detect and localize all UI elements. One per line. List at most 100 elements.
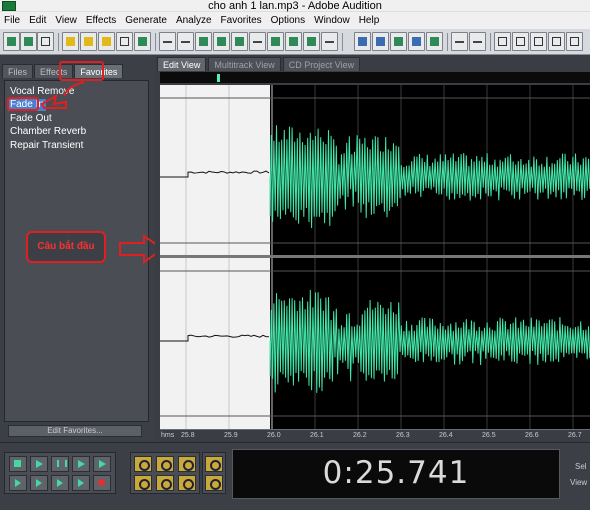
zoom-right-edge-icon[interactable] xyxy=(178,475,196,491)
time-display: 0:25.741 xyxy=(232,449,560,499)
paste-new-icon[interactable] xyxy=(285,32,302,51)
favorite-chamber-reverb[interactable]: Chamber Reverb xyxy=(8,126,88,138)
menu-edit[interactable]: Edit xyxy=(25,15,51,26)
copy-icon[interactable] xyxy=(213,32,230,51)
menu-effects[interactable]: Effects xyxy=(82,15,121,26)
current-time: 0:25.741 xyxy=(322,455,470,491)
new-file-icon[interactable] xyxy=(62,32,79,51)
channel-divider xyxy=(160,255,590,258)
ruler-tick: 26.2 xyxy=(353,432,367,439)
zoom-out-horizontal-icon[interactable] xyxy=(156,456,174,472)
snap-icon[interactable] xyxy=(426,32,443,51)
vertical-zoom-controls xyxy=(202,452,226,494)
tab-edit-view[interactable]: Edit View xyxy=(157,57,207,71)
view-label: View xyxy=(570,478,588,487)
zoom-in-horizontal-icon[interactable] xyxy=(134,456,152,472)
time-selection-tool-icon[interactable] xyxy=(451,32,468,51)
menu-favorites[interactable]: Favorites xyxy=(217,15,267,26)
save-all-icon[interactable] xyxy=(134,32,151,51)
tab-multitrack-view[interactable]: Multitrack View xyxy=(208,57,281,71)
waveform-loud-segment xyxy=(269,289,590,393)
annotation-arrow-icon xyxy=(40,81,85,109)
ruler-tick: 26.4 xyxy=(439,432,453,439)
menu-file[interactable]: File xyxy=(0,15,25,26)
fade-in-highlight xyxy=(7,97,39,111)
fast-forward-button[interactable] xyxy=(51,475,69,491)
ruler-tick: 26.5 xyxy=(482,432,496,439)
menu-analyze[interactable]: Analyze xyxy=(172,15,217,26)
zoom-left-edge-icon[interactable] xyxy=(156,475,174,491)
mix-paste-icon[interactable] xyxy=(303,32,320,51)
ruler-unit: hms xyxy=(161,432,175,439)
multitrack-view-icon[interactable] xyxy=(20,32,37,51)
zoom-controls xyxy=(130,452,200,494)
menu-help[interactable]: Help xyxy=(355,15,385,26)
settings-icon[interactable] xyxy=(566,32,583,51)
hand-tool-icon[interactable] xyxy=(469,32,486,51)
undo-icon[interactable] xyxy=(159,32,176,51)
menu-bar: File Edit View Effects Generate Analyze … xyxy=(0,12,590,29)
redo-icon[interactable] xyxy=(177,32,194,51)
favorite-fade-out[interactable]: Fade Out xyxy=(8,113,54,125)
stop-button[interactable] xyxy=(9,456,27,472)
repeat-last-icon[interactable] xyxy=(195,32,212,51)
loop-play-button[interactable] xyxy=(93,456,111,472)
menu-window[interactable]: Window xyxy=(310,15,355,26)
trim-icon[interactable] xyxy=(321,32,338,51)
ruler-tick: 26.3 xyxy=(396,432,410,439)
menu-generate[interactable]: Generate xyxy=(121,15,172,26)
tab-files[interactable]: Files xyxy=(2,64,34,78)
panel-layout-icon[interactable] xyxy=(512,32,529,51)
menu-options[interactable]: Options xyxy=(267,15,310,26)
cut-icon[interactable] xyxy=(249,32,266,51)
waveform-display[interactable] xyxy=(160,85,590,429)
transport-area: 0:25.741 Sel View xyxy=(0,442,590,510)
view-tabs: Edit View Multitrack View CD Project Vie… xyxy=(157,57,362,71)
favorites-tab-highlight xyxy=(59,61,104,81)
zoom-full-icon[interactable] xyxy=(178,456,196,472)
waveform-graph xyxy=(160,85,590,429)
frequency-analysis-icon[interactable] xyxy=(390,32,407,51)
selection-label: Sel xyxy=(575,462,587,471)
zoom-selection-icon[interactable] xyxy=(134,475,152,491)
zoom-out-vertical-icon[interactable] xyxy=(205,475,223,491)
waveform-display-icon[interactable] xyxy=(408,32,425,51)
ruler-tick: 26.6 xyxy=(525,432,539,439)
go-to-start-button[interactable] xyxy=(9,475,27,491)
ruler-tick: 25.8 xyxy=(181,432,195,439)
main-toolbar xyxy=(0,29,590,55)
open-append-icon[interactable] xyxy=(98,32,115,51)
open-file-icon[interactable] xyxy=(80,32,97,51)
ruler-tick: 26.7 xyxy=(568,432,582,439)
waveform-loud-segment xyxy=(269,125,590,229)
time-ruler[interactable]: hms 25.8 25.9 26.0 26.1 26.2 26.3 26.4 2… xyxy=(160,429,590,442)
save-icon[interactable] xyxy=(116,32,133,51)
cd-view-icon[interactable] xyxy=(37,32,54,51)
edit-favorites-button[interactable]: Edit Favorites... xyxy=(8,425,142,437)
record-button[interactable] xyxy=(93,475,111,491)
envelope-icon[interactable] xyxy=(372,32,389,51)
favorite-repair-transient[interactable]: Repair Transient xyxy=(8,140,85,152)
ruler-tick: 26.0 xyxy=(267,432,281,439)
start-phrase-annotation: Câu bắt đầu xyxy=(26,231,106,263)
paste-icon[interactable] xyxy=(267,32,284,51)
pause-button[interactable] xyxy=(51,456,69,472)
waveform-view-icon[interactable] xyxy=(3,32,20,51)
spectral-view-icon[interactable] xyxy=(354,32,371,51)
play-button[interactable] xyxy=(30,456,48,472)
window-title: cho anh 1 lan.mp3 - Adobe Audition xyxy=(208,0,382,12)
copy-new-icon[interactable] xyxy=(231,32,248,51)
window-layout-icon[interactable] xyxy=(494,32,511,51)
rewind-button[interactable] xyxy=(30,475,48,491)
play-to-end-button[interactable] xyxy=(72,456,90,472)
overview-bar[interactable] xyxy=(160,72,590,83)
ruler-tick: 25.9 xyxy=(224,432,238,439)
editor-panel: Edit View Multitrack View CD Project Vie… xyxy=(155,55,590,442)
go-to-end-button[interactable] xyxy=(72,475,90,491)
zoom-in-vertical-icon[interactable] xyxy=(205,456,223,472)
workspace-icon[interactable] xyxy=(530,32,547,51)
menu-view[interactable]: View xyxy=(51,15,82,26)
tab-cd-project-view[interactable]: CD Project View xyxy=(282,57,361,71)
mixer-icon[interactable] xyxy=(548,32,565,51)
overview-position-marker[interactable] xyxy=(217,74,220,82)
